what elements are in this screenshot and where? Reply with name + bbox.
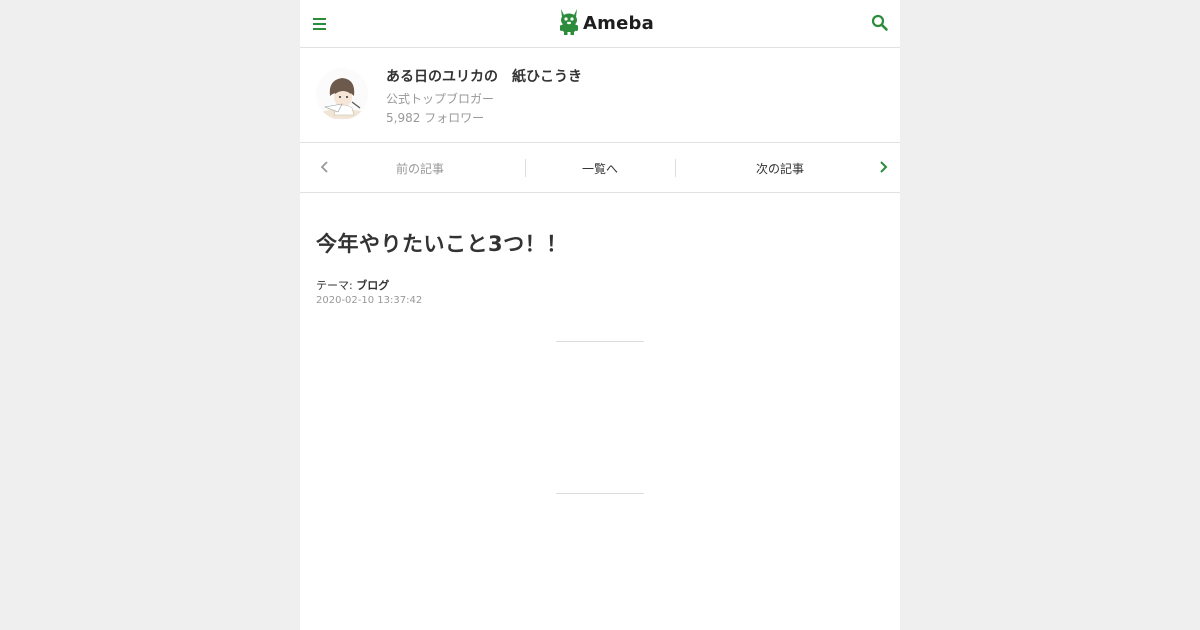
search-icon[interactable] xyxy=(870,13,890,33)
ameba-logo[interactable]: Ameba xyxy=(558,8,654,38)
article-title: 今年やりたいこと3つ！！ xyxy=(316,232,568,256)
blog-title[interactable]: ある日のユリカの 紙ひこうき xyxy=(386,66,582,86)
avatar[interactable] xyxy=(316,68,368,120)
ad-divider-top xyxy=(556,341,644,342)
nav-divider xyxy=(525,159,526,177)
article-navigation: 前の記事 一覧へ 次の記事 xyxy=(300,143,900,193)
theme-label: テーマ: xyxy=(316,279,353,292)
theme-link[interactable]: ブログ xyxy=(356,279,389,292)
article-date: 2020-02-10 13:37:42 xyxy=(316,295,423,306)
ameba-mascot-icon xyxy=(558,7,580,39)
logo-text: Ameba xyxy=(583,12,654,34)
nav-divider xyxy=(675,159,676,177)
follower-count[interactable]: 5,982 フォロワー xyxy=(386,109,484,126)
blog-profile: ある日のユリカの 紙ひこうき 公式トップブロガー 5,982 フォロワー xyxy=(300,48,900,143)
next-article-link[interactable]: 次の記事 xyxy=(700,160,860,177)
hamburger-menu-icon[interactable] xyxy=(312,14,328,34)
chevron-right-icon[interactable] xyxy=(876,159,890,175)
article-list-link[interactable]: 一覧へ xyxy=(530,160,670,177)
chevron-left-icon[interactable] xyxy=(318,159,332,175)
ad-divider-bottom xyxy=(556,493,644,494)
page: Ameba ある日のユリカの 紙ひこうき 公式トップブロガー 5,982 フォロ… xyxy=(300,0,900,630)
prev-article-link[interactable]: 前の記事 xyxy=(340,160,500,177)
article-theme: テーマ: ブログ xyxy=(316,277,389,293)
blogger-type: 公式トップブロガー xyxy=(386,92,495,106)
header: Ameba xyxy=(300,0,900,48)
